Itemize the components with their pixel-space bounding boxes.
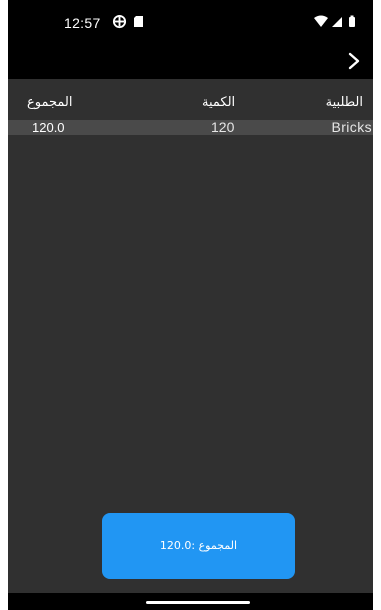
- header-quantity: الكمية: [202, 95, 236, 110]
- row-quantity: 120: [211, 119, 235, 135]
- table-row[interactable]: 120.0 120 Bricks: [8, 120, 373, 135]
- total-button[interactable]: المجموع :120.0: [102, 513, 295, 579]
- row-item: Bricks: [331, 119, 372, 135]
- forward-button[interactable]: [339, 46, 369, 76]
- table-header: المجموع الكمية الطلبية: [8, 95, 373, 115]
- status-right-icons: [314, 15, 355, 27]
- phone-screen: 12:57 المجموع الكمية الطلبية 120.0 120 B…: [8, 0, 373, 610]
- app-bar: [8, 44, 373, 79]
- chevron-right-icon: [348, 52, 360, 70]
- status-time: 12:57: [64, 15, 101, 31]
- row-total: 120.0: [32, 120, 65, 135]
- wifi-icon: [314, 15, 328, 27]
- navigation-bar: [8, 593, 373, 610]
- battery-icon: [349, 17, 355, 27]
- header-total: المجموع: [27, 95, 73, 110]
- header-item: الطلبية: [325, 95, 363, 110]
- sd-card-icon: [134, 16, 143, 27]
- cell-signal-icon: [332, 17, 342, 27]
- status-bar: 12:57: [8, 0, 373, 44]
- data-saver-icon: [112, 14, 127, 29]
- order-content: المجموع الكمية الطلبية 120.0 120 Bricks …: [8, 79, 373, 593]
- home-handle[interactable]: [146, 601, 250, 604]
